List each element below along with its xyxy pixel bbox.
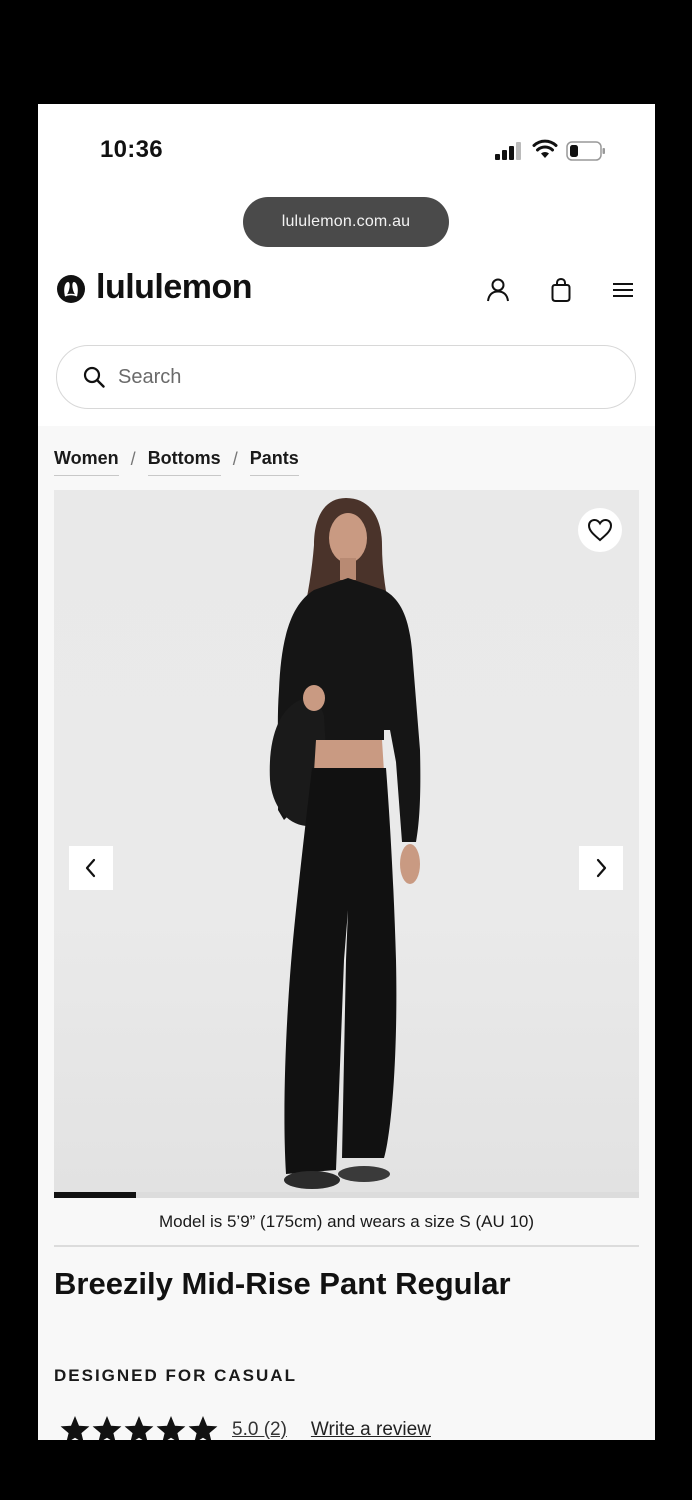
carousel-progress-fill xyxy=(54,1192,136,1198)
browser-url-bar[interactable]: lululemon.com.au xyxy=(243,197,449,247)
product-photo xyxy=(269,498,421,1189)
carousel-next-button[interactable] xyxy=(579,846,623,890)
status-time: 10:36 xyxy=(100,136,163,163)
site-header: lululemon xyxy=(38,264,655,320)
wifi-icon xyxy=(532,139,558,158)
breadcrumb-separator: / xyxy=(232,448,238,469)
chevron-left-icon xyxy=(85,858,96,878)
heart-icon xyxy=(587,518,613,542)
breadcrumb-women[interactable]: Women xyxy=(54,448,119,476)
product-title: Breezily Mid-Rise Pant Regular xyxy=(54,1266,511,1301)
breadcrumb-bottoms[interactable]: Bottoms xyxy=(147,448,221,476)
star-icon xyxy=(188,1416,218,1440)
wishlist-button[interactable] xyxy=(578,508,622,552)
divider xyxy=(54,1245,639,1247)
mobile-screen: 10:36 lululemon.com.au lululemon Search … xyxy=(38,104,655,1440)
breadcrumb-separator: / xyxy=(130,448,136,469)
chevron-right-icon xyxy=(596,858,607,878)
battery-icon xyxy=(566,141,605,161)
breadcrumb-pants[interactable]: Pants xyxy=(249,448,299,476)
lululemon-logo-icon[interactable] xyxy=(56,274,86,304)
designed-for-label: DESIGNED FOR CASUAL xyxy=(54,1366,297,1385)
model-size-info: Model is 5’9” (175cm) and wears a size S… xyxy=(158,1212,535,1231)
search-input[interactable] xyxy=(118,365,518,389)
search-bar[interactable] xyxy=(56,345,636,409)
write-review-link[interactable]: Write a review xyxy=(311,1419,431,1440)
product-image-carousel[interactable] xyxy=(54,490,639,1194)
brand-wordmark[interactable]: lululemon xyxy=(96,268,253,307)
star-icon xyxy=(60,1416,90,1440)
shopping-bag-icon[interactable] xyxy=(547,276,575,304)
breadcrumb: Women / Bottoms / Pants xyxy=(54,448,299,476)
carousel-progress-bar xyxy=(54,1192,639,1198)
star-icon xyxy=(124,1416,154,1440)
status-bar: 10:36 xyxy=(38,104,655,194)
account-icon[interactable] xyxy=(484,276,512,304)
star-rating[interactable] xyxy=(58,1414,218,1440)
rating-row: 5.0 (2) Write a review xyxy=(58,1414,431,1440)
star-icon xyxy=(156,1416,186,1440)
cellular-signal-icon xyxy=(495,142,521,160)
carousel-prev-button[interactable] xyxy=(69,846,113,890)
search-icon xyxy=(83,366,105,388)
hamburger-menu-icon[interactable] xyxy=(609,276,637,304)
star-icon xyxy=(92,1416,122,1440)
rating-value[interactable]: 5.0 (2) xyxy=(232,1419,287,1440)
